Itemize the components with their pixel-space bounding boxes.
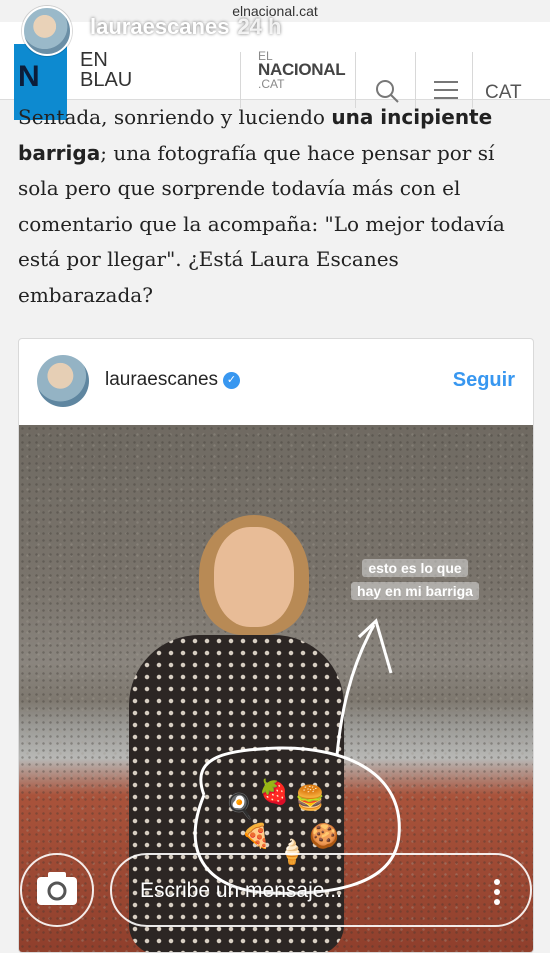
reply-placeholder: Escribe un mensaje... [140,879,342,902]
cookie-emoji: 🍪 [309,823,339,850]
camera-icon [37,872,77,905]
story-username[interactable]: lauraescanes 24 h [90,14,281,40]
brand-wordmark[interactable]: EL NACIONAL .CAT [258,49,346,91]
article-paragraph: Sentada, sonriendo y luciendo una incipi… [18,100,538,313]
section-line1: EN [80,49,108,71]
section-line2: BLAU [80,69,133,91]
embed-username[interactable]: lauraescanes ✓ [105,369,241,391]
avatar[interactable] [37,355,89,407]
brand-bottom: .CAT [258,77,285,91]
logo-letter: N [18,60,40,93]
camera-button[interactable] [20,853,94,927]
story-header: elnacional.cat lauraescanes 24 h [0,0,550,56]
section-label[interactable]: EN BLAU [80,50,132,90]
more-options-icon[interactable] [494,879,500,909]
story-username-text: lauraescanes [90,14,230,39]
pizza-emoji: 🍕 [241,823,271,850]
article-text-start: Sentada, sonriendo y luciendo [18,105,332,129]
story-time: 24 h [237,14,282,39]
brand-main: NACIONAL [258,60,346,79]
article-text-end: ; una fotografía que hace pensar por sí … [18,140,505,307]
egg-emoji: 🍳 [225,793,255,820]
story-reply-bar: Escribe un mensaje... [0,850,550,953]
strawberry-emoji: 🍓 [259,779,289,806]
burger-emoji: 🍔 [295,785,325,812]
reply-message-input[interactable]: Escribe un mensaje... [110,853,532,927]
embed-username-text: lauraescanes [105,369,219,390]
follow-button[interactable]: Seguir [453,369,515,392]
verified-icon: ✓ [223,372,241,389]
embed-header: lauraescanes ✓ Seguir [19,339,533,425]
story-avatar[interactable] [22,6,72,56]
